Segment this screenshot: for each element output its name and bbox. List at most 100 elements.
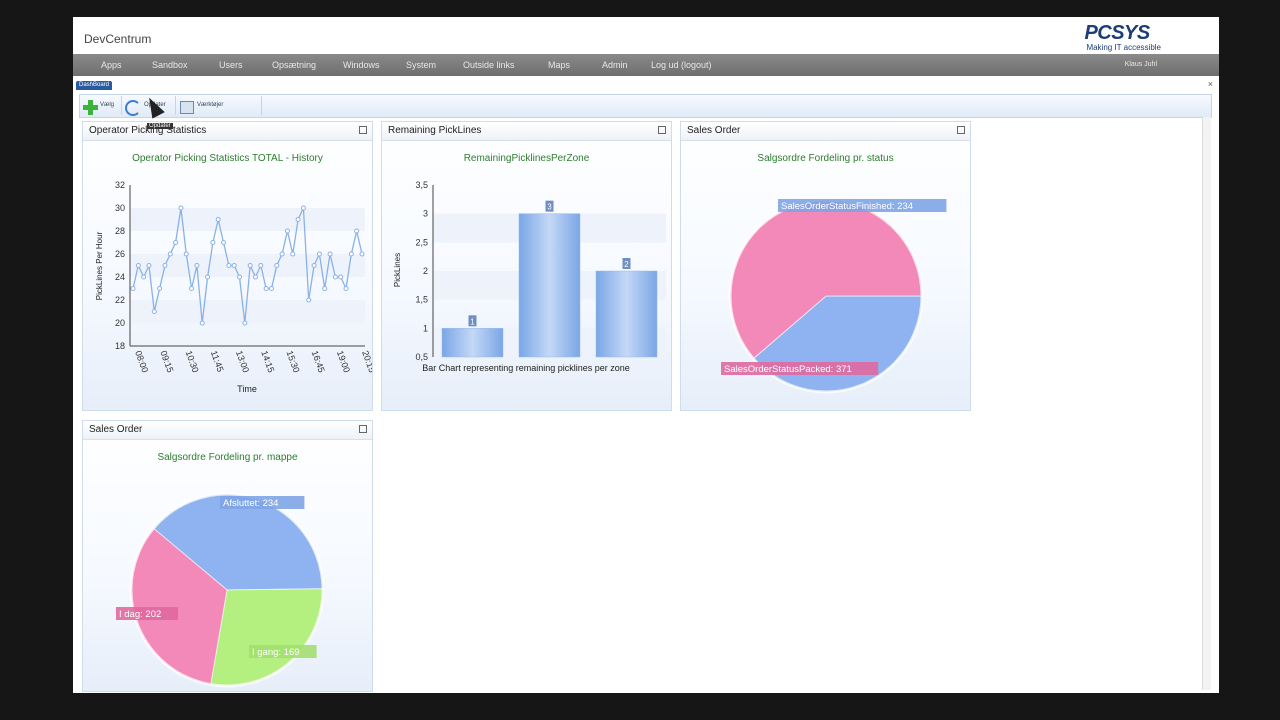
pie-chart-status: SalesOrderStatusFinished: 234 SalesOrderS… (721, 198, 947, 394)
menu-apps[interactable]: Apps (101, 60, 122, 70)
data-point (194, 263, 200, 268)
data-point (183, 251, 189, 257)
panel-title: Remaining PickLines (388, 125, 482, 136)
panel-sales-order-folder: Sales Order Salgsordre Fordeling pr. map… (82, 420, 373, 692)
menu-admin[interactable]: Admin (602, 60, 628, 70)
slice-label: I dag: 202 (119, 609, 161, 620)
plus-icon (83, 100, 98, 115)
toolbar-separator (121, 96, 122, 115)
data-point (221, 240, 227, 245)
panel-header: Remaining PickLines (382, 122, 671, 141)
add-button[interactable]: Vælg (80, 97, 120, 115)
data-point (311, 263, 317, 268)
y-axis-label: PickLines Per Hour (95, 231, 104, 300)
y-tick-label: 22 (115, 295, 125, 305)
x-tick-label: 14:15 (259, 349, 276, 374)
panel-operator-picking: Operator Picking Statistics Operator Pic… (82, 121, 373, 411)
y-tick-label: 2 (423, 266, 428, 276)
y-tick-label: 24 (115, 272, 125, 282)
header: DevCentrum PCSYS Making IT accessible (73, 17, 1219, 54)
panel-header: Sales Order (83, 421, 372, 440)
data-point (141, 274, 147, 280)
tools-button[interactable]: Værktøjer (178, 97, 258, 114)
data-point (252, 274, 258, 280)
y-axis-label: PickLines (393, 253, 402, 287)
data-point (199, 320, 205, 326)
y-tick-label: 28 (115, 226, 125, 236)
x-tick-label: 11:45 (209, 349, 226, 373)
data-point (151, 309, 157, 314)
data-label: 2 (624, 260, 629, 269)
data-point (332, 274, 338, 280)
vertical-scrollbar[interactable] (1202, 117, 1211, 690)
y-tick-label: 0,5 (415, 352, 428, 362)
data-label: 1 (470, 317, 475, 326)
y-tick-label: 26 (115, 249, 125, 259)
data-point (354, 228, 360, 234)
bar (595, 270, 658, 358)
pcsys-logo: PCSYS Making IT accessible (1084, 23, 1161, 53)
tools-icon (180, 101, 194, 114)
maximize-icon[interactable] (658, 126, 666, 134)
menu-windows[interactable]: Windows (343, 60, 380, 70)
grid-band (130, 208, 365, 231)
slice-label: SalesOrderStatusFinished: 234 (781, 201, 913, 212)
app-title: DevCentrum (84, 32, 152, 46)
logo-text: PCSYS (1084, 22, 1150, 44)
menu-opsaetning[interactable]: Opsætning (272, 60, 316, 70)
app-window: DevCentrum PCSYS Making IT accessible Ap… (73, 17, 1219, 693)
maximize-icon[interactable] (359, 126, 367, 134)
data-point (135, 263, 141, 268)
data-point (263, 286, 269, 291)
x-tick-label: 20:15 (360, 349, 372, 374)
data-point (210, 240, 216, 245)
maximize-icon[interactable] (957, 126, 965, 134)
data-point (343, 286, 349, 291)
data-point (268, 286, 274, 291)
data-point (226, 263, 232, 268)
bar (441, 328, 504, 358)
panel-header: Sales Order (681, 122, 970, 141)
data-point (146, 263, 152, 268)
close-tab-icon[interactable]: × (1208, 79, 1213, 89)
data-point (284, 228, 290, 234)
x-axis-label: Bar Chart representing remaining picklin… (422, 363, 630, 373)
data-point (173, 240, 179, 245)
data-point (338, 274, 344, 280)
data-point (189, 286, 195, 291)
tab-dashboard[interactable]: DashBoard (76, 81, 113, 90)
data-point (322, 286, 328, 291)
menu-outside-links[interactable]: Outside links (463, 60, 515, 70)
data-point (162, 263, 168, 268)
user-name: Klaus Juhl (1124, 61, 1157, 68)
panel-header: Operator Picking Statistics (83, 122, 372, 141)
maximize-icon[interactable] (359, 425, 367, 433)
menu-logout[interactable]: Log ud (logout) (651, 60, 712, 70)
x-tick-label: 10:30 (184, 349, 201, 374)
y-tick-label: 1 (423, 323, 428, 333)
refresh-tooltip: Opdater (147, 123, 173, 129)
pie-chart-folder: Afsluttet: 234 I gang: 169 I dag: 202 (116, 492, 325, 688)
y-tick-label: 1,5 (415, 295, 428, 305)
logo-tagline: Making IT accessible (1086, 43, 1161, 52)
grid-band (130, 300, 365, 323)
slice-label: SalesOrderStatusPacked: 371 (724, 364, 852, 375)
menu-maps[interactable]: Maps (548, 60, 570, 70)
data-point (306, 297, 312, 303)
menu-users[interactable]: Users (219, 60, 243, 70)
panel-remaining-picklines: Remaining PickLines RemainingPicklinesPe… (381, 121, 672, 411)
data-point (157, 286, 163, 291)
data-point (290, 251, 296, 257)
data-point (167, 251, 173, 257)
data-point (295, 217, 301, 222)
add-label: Vælg (100, 102, 115, 108)
menu-sandbox[interactable]: Sandbox (152, 60, 188, 70)
data-point (279, 251, 285, 257)
y-tick-label: 30 (115, 203, 125, 213)
line-chart: 18 20 22 24 26 28 30 32 08:00 09:15 10:30 11:45 13:0… (95, 180, 372, 394)
bar (518, 213, 581, 358)
menu-system[interactable]: System (406, 60, 436, 70)
x-tick-label: 13:00 (234, 349, 251, 374)
x-tick-label: 19:00 (335, 349, 352, 374)
x-tick-label: 08:00 (133, 349, 150, 374)
